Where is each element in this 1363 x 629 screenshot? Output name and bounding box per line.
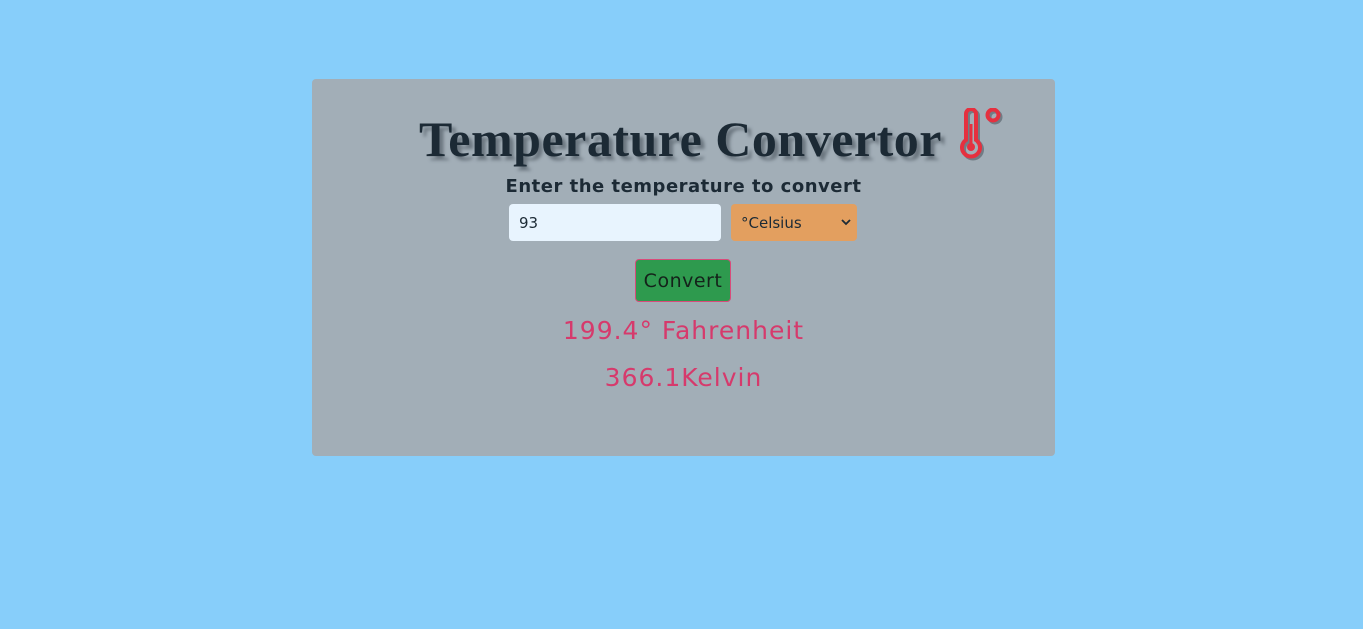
converter-card: Temperature Convertor Enter the temperat… xyxy=(312,79,1055,456)
input-prompt: Enter the temperature to convert xyxy=(505,176,862,197)
title-row: Temperature Convertor xyxy=(312,107,1055,171)
input-row: °Celsius xyxy=(509,204,857,241)
fahrenheit-result: 199.4° Fahrenheit xyxy=(562,316,805,345)
kelvin-result: 366.1Kelvin xyxy=(604,363,763,392)
unit-select[interactable]: °Celsius xyxy=(731,204,857,241)
convert-button[interactable]: Convert xyxy=(635,259,731,302)
temperature-input[interactable] xyxy=(509,204,721,241)
page-title: Temperature Convertor xyxy=(419,111,942,167)
unit-select-value: °Celsius xyxy=(741,213,802,232)
thermometer-icon xyxy=(959,108,1003,161)
chevron-down-icon xyxy=(841,219,851,226)
